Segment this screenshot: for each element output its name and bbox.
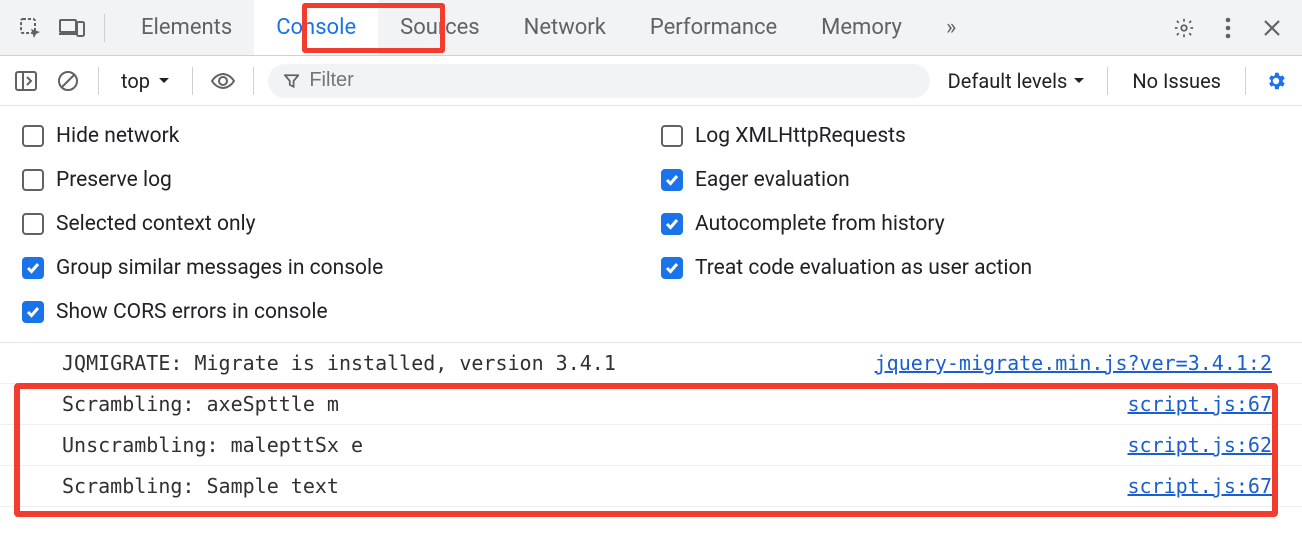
tab-label: Elements xyxy=(141,15,232,40)
console-settings-gear-icon[interactable] xyxy=(1260,65,1292,97)
checkbox-icon xyxy=(661,213,683,235)
log-source-link[interactable]: script.js:67 xyxy=(1128,474,1273,498)
log-source-link[interactable]: script.js:67 xyxy=(1128,392,1273,416)
settings-checkbox-row[interactable]: Autocomplete from history xyxy=(661,212,1280,236)
checkbox-label: Treat code evaluation as user action xyxy=(695,256,1032,280)
separator xyxy=(104,14,105,42)
log-message: JQMIGRATE: Migrate is installed, version… xyxy=(62,351,875,375)
tab-performance[interactable]: Performance xyxy=(628,0,799,55)
tab-label: Memory xyxy=(821,15,902,40)
issues-label: No Issues xyxy=(1132,69,1221,93)
settings-checkbox-row[interactable]: Group similar messages in console xyxy=(22,256,641,280)
chevron-right-double-icon: » xyxy=(946,15,951,40)
toggle-sidebar-icon[interactable] xyxy=(10,65,42,97)
separator xyxy=(1107,67,1108,95)
settings-checkbox-row[interactable]: Treat code evaluation as user action xyxy=(661,256,1280,280)
separator xyxy=(253,67,254,95)
settings-col-left: Hide network Preserve log Selected context… xyxy=(22,124,641,324)
settings-checkbox-row[interactable]: Show CORS errors in console xyxy=(22,300,641,324)
tab-console[interactable]: Console xyxy=(254,0,378,55)
filter-input-wrap xyxy=(268,64,930,98)
live-expression-icon[interactable] xyxy=(207,65,239,97)
checkbox-icon xyxy=(22,257,44,279)
checkbox-icon xyxy=(22,125,44,147)
separator xyxy=(192,67,193,95)
log-message: Scrambling: Sample text xyxy=(62,474,1128,498)
tabbar-left-controls xyxy=(6,12,100,44)
log-source-link[interactable]: script.js:62 xyxy=(1128,433,1273,457)
console-toolbar: top Default levels No Issues xyxy=(0,56,1302,106)
settings-gear-icon[interactable] xyxy=(1168,12,1200,44)
settings-checkbox-row[interactable]: Preserve log xyxy=(22,168,641,192)
tab-memory[interactable]: Memory xyxy=(799,0,924,55)
tab-label: Sources xyxy=(400,15,480,40)
more-tabs-button[interactable]: » xyxy=(924,0,973,55)
checkbox-icon xyxy=(661,125,683,147)
separator xyxy=(1245,67,1246,95)
checkbox-label: Preserve log xyxy=(56,168,172,192)
settings-checkbox-row[interactable]: Log XMLHttpRequests xyxy=(661,124,1280,148)
tab-network[interactable]: Network xyxy=(502,0,628,55)
settings-checkbox-row[interactable]: Eager evaluation xyxy=(661,168,1280,192)
checkbox-label: Autocomplete from history xyxy=(695,212,945,236)
checkbox-icon xyxy=(22,169,44,191)
checkbox-icon xyxy=(22,301,44,323)
tabbar-right-controls xyxy=(1168,12,1296,44)
tab-label: Network xyxy=(524,15,606,40)
close-icon[interactable] xyxy=(1256,12,1288,44)
chevron-down-icon xyxy=(1073,77,1085,85)
context-label: top xyxy=(121,69,150,93)
checkbox-icon xyxy=(661,257,683,279)
separator xyxy=(98,67,99,95)
settings-checkbox-row[interactable]: Hide network xyxy=(22,124,641,148)
checkbox-label: Show CORS errors in console xyxy=(56,300,328,324)
tab-elements[interactable]: Elements xyxy=(119,0,254,55)
tab-list: Elements Console Sources Network Perform… xyxy=(119,0,973,55)
checkbox-label: Selected context only xyxy=(56,212,256,236)
log-source-link[interactable]: jquery-migrate.min.js?ver=3.4.1:2 xyxy=(875,351,1272,375)
checkbox-label: Log XMLHttpRequests xyxy=(695,124,906,148)
chevron-down-icon xyxy=(158,77,170,85)
console-log-row: Scrambling: axeSpttle mscript.js:67 xyxy=(0,384,1302,425)
filter-funnel-icon xyxy=(284,73,299,89)
issues-counter[interactable]: No Issues xyxy=(1122,69,1231,93)
console-output: JQMIGRATE: Migrate is installed, version… xyxy=(0,343,1302,507)
tab-label: Console xyxy=(276,15,356,40)
log-levels-dropdown[interactable]: Default levels xyxy=(940,69,1094,93)
checkbox-label: Eager evaluation xyxy=(695,168,850,192)
checkbox-label: Group similar messages in console xyxy=(56,256,383,280)
inspect-element-icon[interactable] xyxy=(14,12,46,44)
checkbox-icon xyxy=(661,169,683,191)
checkbox-icon xyxy=(22,213,44,235)
log-message: Unscrambling: malepttSx e xyxy=(62,433,1128,457)
devtools-tabbar: Elements Console Sources Network Perform… xyxy=(0,0,1302,56)
kebab-menu-icon[interactable] xyxy=(1212,12,1244,44)
checkbox-label: Hide network xyxy=(56,124,179,148)
filter-input[interactable] xyxy=(309,69,913,92)
console-log-row: Scrambling: Sample textscript.js:67 xyxy=(0,466,1302,507)
levels-label: Default levels xyxy=(948,69,1068,93)
tab-sources[interactable]: Sources xyxy=(378,0,502,55)
console-settings-panel: Hide network Preserve log Selected context… xyxy=(0,106,1302,343)
settings-checkbox-row[interactable]: Selected context only xyxy=(22,212,641,236)
console-output-wrap: JQMIGRATE: Migrate is installed, version… xyxy=(0,343,1302,507)
device-toolbar-icon[interactable] xyxy=(56,12,88,44)
log-message: Scrambling: axeSpttle m xyxy=(62,392,1128,416)
tab-label: Performance xyxy=(650,15,777,40)
settings-col-right: Log XMLHttpRequests Eager evaluation Autoc… xyxy=(661,124,1280,324)
clear-console-icon[interactable] xyxy=(52,65,84,97)
context-selector[interactable]: top xyxy=(113,69,178,93)
console-log-row: JQMIGRATE: Migrate is installed, version… xyxy=(0,343,1302,384)
console-log-row: Unscrambling: malepttSx escript.js:62 xyxy=(0,425,1302,466)
